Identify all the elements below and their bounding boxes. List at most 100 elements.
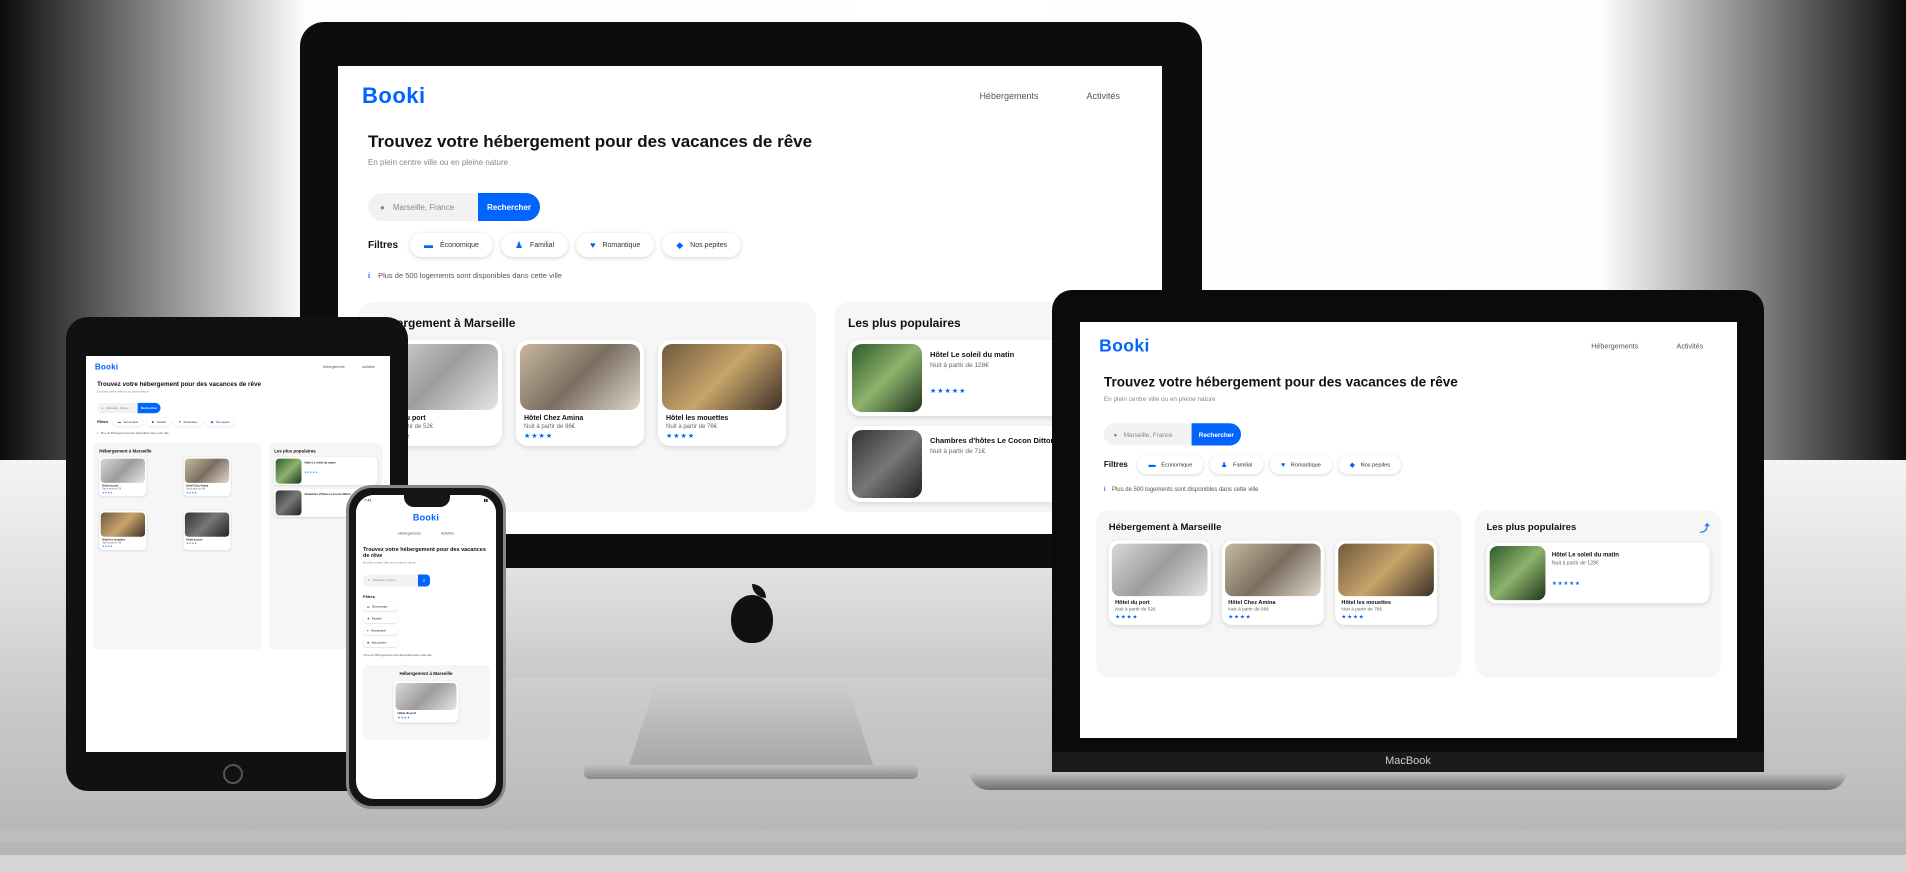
filter-nos-pepites[interactable]: ◆ Nos pepites <box>1338 455 1402 475</box>
search-bar: ● Marseille, France ⌕ <box>363 574 489 587</box>
hotel-card[interactable]: Hôtel Chez Amina Nuit à partir de 96€ ★★★★ <box>1221 540 1324 625</box>
filter-familial[interactable]: ♟ Familial <box>500 233 569 257</box>
info-line: i Plus de 500 logements sont disponibles… <box>363 654 489 657</box>
search-button[interactable]: Rechercher <box>478 193 540 221</box>
hotel-name: Hôtel Chez Amina <box>524 415 584 422</box>
hotel-card[interactable]: Hôtel les mouettes Nuit à partir de 76€ ★★… <box>99 510 147 551</box>
hotel-name: Hôtel les mouettes <box>1341 600 1392 606</box>
search-input[interactable]: ● Marseille, France <box>368 193 478 221</box>
hero-subtitle: En plein centre ville ou en pleine natur… <box>363 561 416 565</box>
search-button[interactable]: Rechercher <box>1191 423 1241 446</box>
filter-familial[interactable]: ♟ Familial <box>363 615 398 623</box>
hotel-card[interactable]: Hôtel les mouettes Nuit à partir de 76€ ★★… <box>658 340 786 446</box>
filter-nos-pepites[interactable]: ◆ Nos pepites <box>662 233 742 257</box>
imac-stand <box>628 678 874 768</box>
child-icon: ♟ <box>1221 460 1228 469</box>
search-bar: ● Marseille, France Rechercher <box>368 193 1132 221</box>
phone-time: 7:41 <box>364 498 372 503</box>
nav-activites[interactable]: Activités <box>441 532 454 536</box>
nav-activites[interactable]: Activités <box>1086 91 1120 101</box>
floor-stripe <box>0 830 1906 842</box>
ipad-home-button <box>223 764 243 784</box>
search-bar: ● Marseille, France Rechercher <box>97 402 379 414</box>
gem-icon: ◆ <box>1349 460 1356 469</box>
location-pin-icon: ● <box>368 579 370 582</box>
filter-nos-pepites[interactable]: ◆ Nos pepites <box>205 417 235 427</box>
filter-label: Romantique <box>371 629 386 633</box>
rating-stars-icon: ★★★★ <box>666 433 696 440</box>
trend-chart-icon[interactable]: ⤴ <box>1700 521 1710 535</box>
filter-familial[interactable]: ♟ Familial <box>1209 455 1264 475</box>
apple-logo-icon <box>731 595 773 643</box>
hotel-card[interactable]: Hôtel les mouettes Nuit à partir de 76€ ★★… <box>1335 540 1438 625</box>
nav-hebergements[interactable]: Hébergements <box>979 91 1038 101</box>
iphone-screen: 7:41 ▮▮ Booki Hébergements Activités Tro… <box>356 495 496 799</box>
booki-logo[interactable]: Booki <box>413 513 439 523</box>
popular-card[interactable]: Hôtel Le soleil du matin ★★★★★ <box>274 457 378 486</box>
nav-activites[interactable]: Activités <box>362 365 374 369</box>
hebergement-cards: Hôtel du portNuit à partir de 52€★★★★ Hô… <box>374 340 800 446</box>
battery-icon: ▮▮ <box>483 498 488 503</box>
filter-romantique[interactable]: ♥ Romantique <box>173 417 203 427</box>
filter-romantique[interactable]: ♥ Romantique <box>363 627 398 635</box>
filter-label: Économique <box>1161 461 1193 468</box>
filter-economique[interactable]: ▬ Économique <box>410 233 493 257</box>
rating-stars-icon: ★★★★★ <box>930 388 967 395</box>
search-input[interactable]: ● Marseille, France <box>97 402 138 414</box>
filters-column: Filtres ▬ Économique ♟ Familial ♥ Romantiqu… <box>363 594 489 647</box>
booki-page-tablet: Booki Hébergements Activités Trouvez vot… <box>86 356 390 650</box>
hebergement-title: Hébergement à Marseille <box>1108 521 1222 533</box>
hotel-card[interactable]: Hôtel Chez Amina Nuit à partir de 96€ ★★★★ <box>516 340 644 446</box>
booki-logo[interactable]: Booki <box>95 362 118 372</box>
info-text: Plus de 500 logements sont disponibles d… <box>1111 485 1259 493</box>
filter-label: Romantique <box>602 241 641 249</box>
filter-familial[interactable]: ♟ Familial <box>146 417 171 427</box>
macbook-base <box>970 772 1846 790</box>
money-icon: ▬ <box>424 240 434 250</box>
rating-stars-icon: ★★★★ <box>102 545 113 548</box>
filters-label: Filtres <box>363 594 376 600</box>
filters-row: Filtres ▬ Économique ♟ Familial ♥ Romantiqu… <box>368 233 1132 257</box>
gem-icon: ◆ <box>676 239 684 250</box>
booki-logo[interactable]: Booki <box>1099 336 1150 357</box>
filter-romantique[interactable]: ♥ Romantique <box>1269 455 1333 475</box>
filter-economique[interactable]: ▬ Économique <box>112 417 144 427</box>
search-button[interactable]: Rechercher <box>137 402 161 414</box>
hotel-name: Hôtel Chez Amina <box>1228 600 1276 606</box>
filters-label: Filtres <box>1103 460 1128 470</box>
search-button[interactable]: ⌕ <box>418 574 430 587</box>
info-icon: i <box>97 431 98 435</box>
nav-hebergements[interactable]: Hébergements <box>323 365 345 369</box>
popular-card[interactable]: Hôtel Le soleil du matin Nuit à partir de… <box>1486 542 1710 604</box>
main-nav: Hébergements Activités <box>323 365 375 369</box>
nav-hebergements[interactable]: Hébergements <box>398 532 421 536</box>
filter-economique[interactable]: ▬ Économique <box>363 603 398 611</box>
hotel-name: Hôtel du port <box>102 484 119 488</box>
hotel-card[interactable]: Hôtel Chez Amina Nuit à partir de 96€ ★★★★ <box>183 457 231 497</box>
hotel-price: Nuit à partir de 76€ <box>1341 607 1383 613</box>
hotel-price: Nuit à partir de 52€ <box>102 488 122 491</box>
filter-label: Économique <box>123 420 139 424</box>
heart-icon: ♥ <box>179 420 182 424</box>
hotel-card[interactable]: Hôtel du portNuit à partir de 52€★★★★ <box>1108 540 1211 625</box>
booki-page-desktop: Booki Hébergements Activités Trouvez vot… <box>338 66 1162 512</box>
hotel-card[interactable]: Hôtel du port ★★★★ <box>183 510 231 551</box>
search-placeholder: Marseille, France <box>106 406 129 410</box>
gem-icon: ◆ <box>210 420 214 424</box>
filter-economique[interactable]: ▬ Économique <box>1137 455 1204 475</box>
sections: Hébergement à Marseille Hôtel du portNui… <box>86 443 390 650</box>
rating-stars-icon: ★★★★ <box>186 542 198 545</box>
hotel-card[interactable]: Hôtel du portNuit à partir de 52€★★★★ <box>99 457 147 497</box>
booki-logo[interactable]: Booki <box>362 83 426 109</box>
filter-romantique[interactable]: ♥ Romantique <box>576 233 655 257</box>
search-input[interactable]: ● Marseille, France <box>1103 423 1192 446</box>
filter-nos-pepites[interactable]: ◆ Nos pepites <box>363 639 398 647</box>
nav-activites[interactable]: Activités <box>1677 342 1704 350</box>
nav-hebergements[interactable]: Hébergements <box>1591 342 1638 350</box>
search-input[interactable]: ● Marseille, France <box>363 574 418 587</box>
info-icon: i <box>368 271 371 280</box>
hotel-card[interactable]: Hôtel du port ★★★★ <box>393 681 459 723</box>
search-placeholder: Marseille, France <box>1123 430 1173 438</box>
hotel-photo <box>184 512 230 537</box>
hotel-name: Chambres d'hôtes Le Cocon Ditton <box>304 492 351 496</box>
